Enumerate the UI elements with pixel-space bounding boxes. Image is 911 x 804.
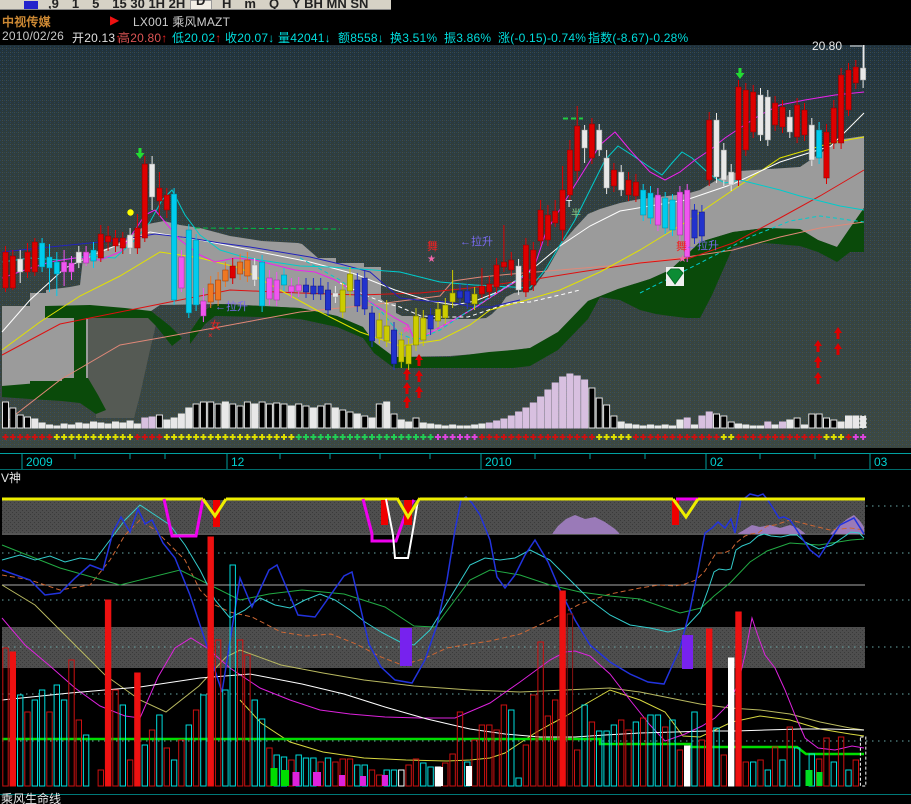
svg-text:2010: 2010 bbox=[485, 455, 512, 469]
svg-text:V神: V神 bbox=[1, 471, 21, 485]
svg-text:舞: 舞 bbox=[427, 240, 438, 253]
svg-text:←拉升: ←拉升 bbox=[215, 299, 248, 313]
svg-text:半: 半 bbox=[571, 207, 581, 220]
svg-text:←拉升: ←拉升 bbox=[460, 234, 493, 248]
svg-text:★: ★ bbox=[401, 322, 412, 336]
svg-text:★: ★ bbox=[678, 254, 687, 265]
svg-text:女: 女 bbox=[210, 318, 221, 332]
svg-text:★: ★ bbox=[427, 254, 436, 265]
svg-text:12: 12 bbox=[231, 455, 245, 469]
svg-text:20.80: 20.80 bbox=[812, 39, 842, 53]
svg-text:←拉升: ←拉升 bbox=[686, 238, 719, 252]
svg-text:02: 02 bbox=[710, 455, 724, 469]
svg-text:乘风生命线: 乘风生命线 bbox=[1, 791, 61, 804]
svg-text:2009: 2009 bbox=[26, 455, 53, 469]
svg-text:03: 03 bbox=[874, 455, 888, 469]
svg-text:×: × bbox=[208, 331, 213, 340]
